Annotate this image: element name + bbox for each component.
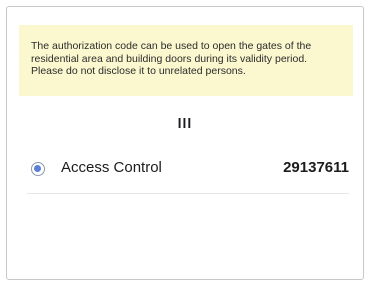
- access-control-option[interactable]: Access Control 29137611: [27, 156, 349, 194]
- code-title: lll: [177, 115, 193, 131]
- radio-dot: [34, 165, 41, 172]
- access-option-label: Access Control: [61, 159, 162, 176]
- authorization-code: 29137611: [283, 159, 349, 176]
- authorization-notice: The authorization code can be used to op…: [19, 25, 353, 96]
- notice-text: The authorization code can be used to op…: [31, 40, 312, 77]
- authorization-panel: The authorization code can be used to op…: [6, 6, 364, 280]
- radio-selected-icon[interactable]: [31, 162, 45, 176]
